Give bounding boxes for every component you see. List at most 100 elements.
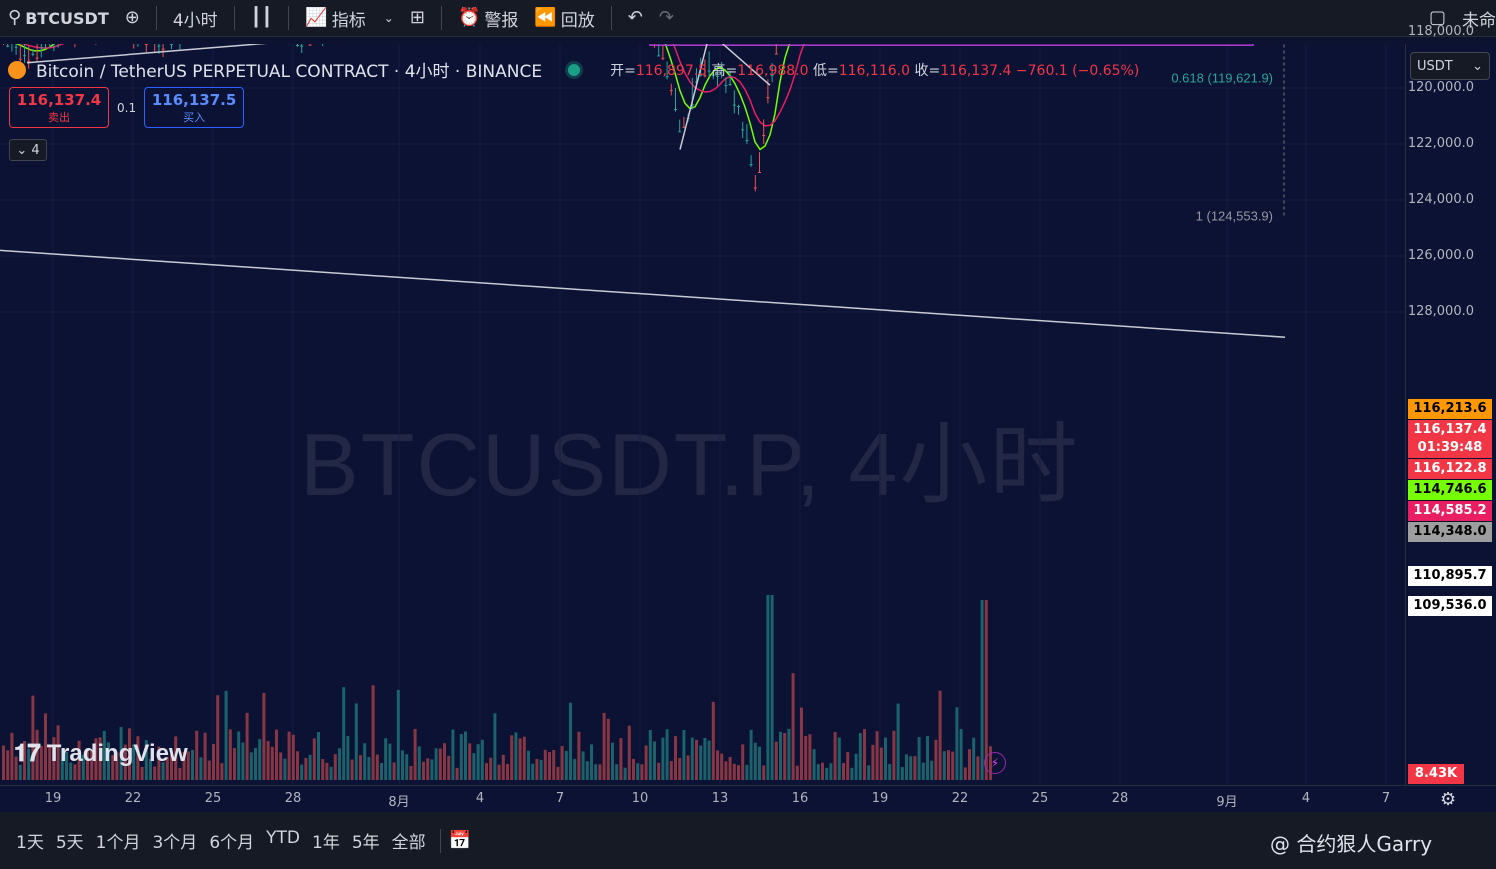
- range-button[interactable]: YTD: [260, 828, 306, 853]
- volume-bar: [703, 737, 707, 780]
- alert-button[interactable]: ⏰ 警报: [450, 0, 526, 37]
- time-tick-label: 19: [871, 791, 889, 806]
- volume-bar: [464, 731, 467, 780]
- volume-bar: [942, 751, 946, 780]
- volume-bar: [258, 739, 262, 780]
- volume-bar: [468, 743, 472, 780]
- range-button[interactable]: 1个月: [90, 828, 147, 853]
- volume-bar: [388, 743, 392, 780]
- volume-bar: [758, 746, 761, 780]
- range-button[interactable]: 5天: [50, 828, 90, 853]
- volume-bar: [896, 703, 900, 780]
- volume-bar: [653, 741, 656, 780]
- candle-body: [741, 129, 745, 131]
- candle-body: [774, 53, 778, 55]
- replay-label: 回放: [560, 10, 595, 31]
- redo-button[interactable]: ↷: [651, 0, 682, 37]
- time-axis[interactable]: 19 22 25 28 8月 4 7 10 13 16 19 22 25 28 9月 4 7: [0, 785, 1496, 812]
- price-marker-label: 116,122.8: [1408, 459, 1492, 479]
- volume-bar: [737, 765, 740, 780]
- volume-bar: [657, 762, 661, 780]
- chevron-down-icon: ⌄: [16, 142, 28, 158]
- plus-circle-icon: ⊕: [124, 7, 140, 28]
- range-button[interactable]: 1年: [306, 828, 346, 853]
- indicators-button[interactable]: 📈 指标 ⌄: [297, 0, 401, 37]
- volume-bar: [825, 767, 829, 780]
- high-value: 116,988.0: [737, 62, 809, 79]
- volume-bar: [879, 747, 883, 780]
- interval-button[interactable]: 4小时: [165, 0, 226, 37]
- volume-bar: [493, 713, 497, 780]
- sell-button[interactable]: 116,137.4 卖出: [9, 87, 109, 128]
- buy-button[interactable]: 116,137.5 买入: [144, 87, 245, 128]
- indicators-collapse-button[interactable]: ⌄ 4: [9, 139, 47, 161]
- lightning-icon[interactable]: ⚡: [984, 752, 1006, 774]
- tradingview-logo[interactable]: 𝟏𝟕 TradingView: [14, 740, 188, 768]
- candle-body: [762, 135, 766, 137]
- volume-bar: [674, 736, 677, 780]
- market-status-icon[interactable]: [568, 63, 581, 76]
- candle-body: [296, 45, 299, 47]
- price-marker-label: 01:39:48: [1408, 438, 1492, 458]
- volume-bar: [401, 750, 404, 780]
- templates-button[interactable]: ⊞: [402, 0, 433, 37]
- volume-bar: [745, 764, 749, 780]
- settings-icon[interactable]: ⚙: [1440, 789, 1456, 810]
- volume-bar: [615, 764, 619, 780]
- volume-bar: [762, 765, 766, 780]
- time-tick-label: 10: [631, 791, 649, 806]
- redo-icon: ↷: [658, 7, 674, 28]
- volume-bar: [262, 692, 266, 780]
- range-button[interactable]: 6个月: [203, 828, 260, 853]
- fib-level-label: 0.618 (119,621.9): [1171, 70, 1273, 85]
- price-axis[interactable]: 128,000.0 126,000.0 124,000.0 122,000.0 120,…: [1405, 24, 1496, 785]
- volume-bar: [833, 731, 837, 780]
- volume-bar: [795, 765, 799, 780]
- volume-bar: [858, 733, 862, 780]
- range-button[interactable]: 3个月: [146, 828, 203, 853]
- range-button[interactable]: 1天: [10, 828, 50, 853]
- volume-bar: [506, 763, 509, 780]
- volume-bar: [354, 703, 358, 780]
- volume-bar: [695, 739, 698, 780]
- undo-button[interactable]: ↶: [620, 0, 651, 37]
- volume-bar: [564, 750, 568, 780]
- volume-bar: [363, 743, 367, 780]
- volume-bar: [913, 756, 917, 780]
- price-marker-label: 114,746.6: [1408, 480, 1492, 500]
- volume-bar: [501, 754, 505, 780]
- volume-bar: [909, 756, 913, 780]
- candle-body: [170, 44, 173, 45]
- volume-bar: [367, 756, 371, 780]
- volume-bar: [753, 742, 757, 780]
- volume-bar: [2, 745, 5, 780]
- chart-pane[interactable]: BTCUSDT.P, 4小时 1 (124,553.9) 0.618 (119,6…: [0, 44, 1405, 785]
- volume-bar: [606, 718, 610, 780]
- volume-bar: [905, 754, 908, 780]
- price-chart[interactable]: 1 (124,553.9)0.618 (119,621.9)0.5 (118,0…: [0, 44, 1405, 785]
- compare-button[interactable]: ⊕: [117, 0, 148, 37]
- range-button[interactable]: 全部: [386, 828, 432, 853]
- volume-bar: [720, 753, 724, 780]
- volume-bar: [871, 744, 875, 780]
- candle-body: [737, 105, 740, 107]
- volume-bar: [359, 755, 362, 780]
- volume-bar: [409, 765, 413, 780]
- volume-bar: [581, 751, 585, 780]
- date-range-icon[interactable]: 📅: [449, 831, 471, 850]
- currency-unit-select[interactable]: USDT ⌄: [1410, 52, 1490, 80]
- close-value: 116,137.4: [940, 62, 1012, 79]
- range-button[interactable]: 5年: [346, 828, 386, 853]
- logo-text: TradingView: [46, 740, 188, 767]
- symbol-label: BTCUSDT: [25, 8, 109, 28]
- volume-bar: [438, 748, 442, 780]
- volume-bar: [350, 759, 354, 780]
- replay-button[interactable]: ⏪ 回放: [526, 0, 602, 37]
- chart-type-button[interactable]: ┃┃: [243, 0, 281, 37]
- legend-title[interactable]: Bitcoin / TetherUS PERPETUAL CONTRACT · …: [36, 57, 542, 82]
- symbol-search[interactable]: ⚲ BTCUSDT: [0, 0, 117, 37]
- candle-body: [732, 104, 736, 106]
- volume-bar: [241, 742, 245, 780]
- volume-bar: [741, 744, 745, 780]
- volume-bar: [728, 756, 732, 780]
